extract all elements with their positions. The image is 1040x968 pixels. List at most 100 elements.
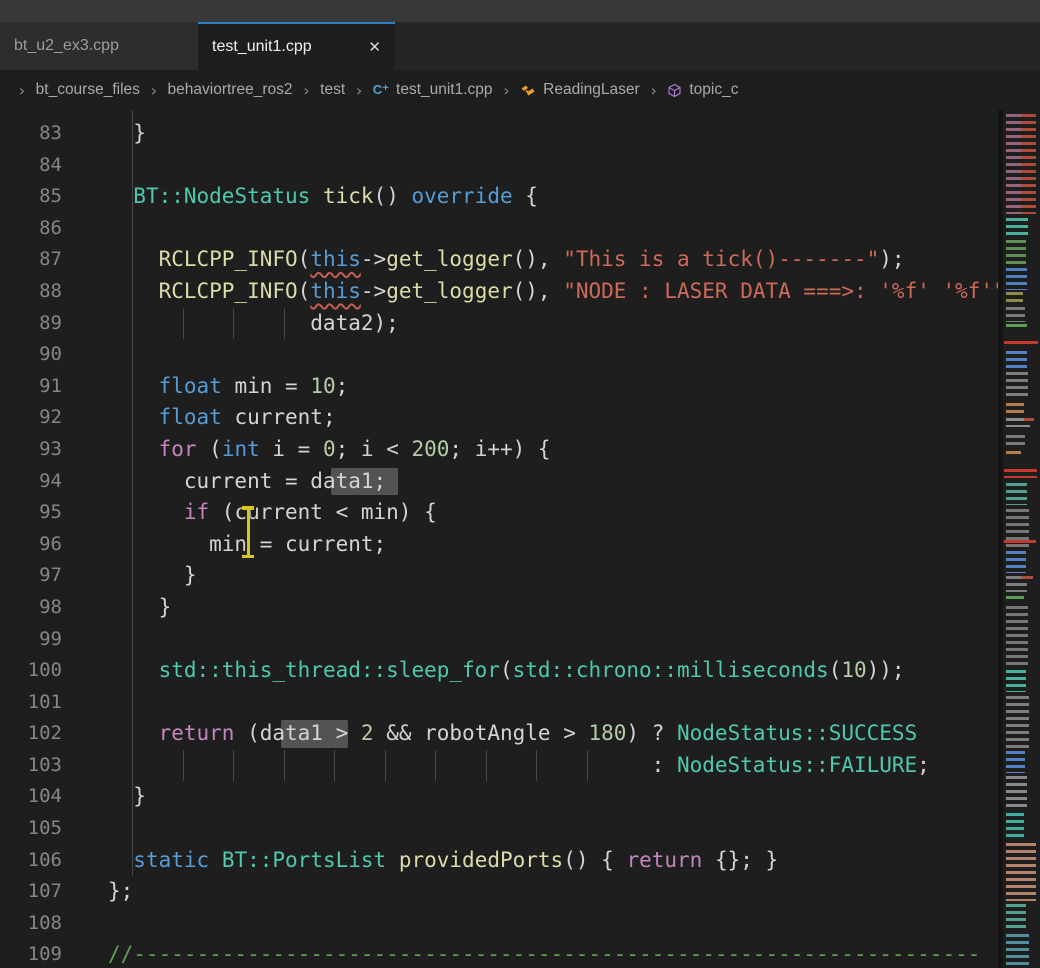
code-token: (), — [513, 279, 564, 303]
chevron-right-icon: › — [649, 81, 659, 100]
code-token: get_logger — [386, 279, 512, 303]
code-line-103[interactable]: : NodeStatus::FAILURE; — [108, 750, 998, 782]
code-line-86[interactable] — [108, 213, 998, 245]
breadcrumb-item-behaviortree_ros2[interactable]: behaviortree_ros2 — [168, 81, 293, 99]
code-token: ; — [374, 469, 387, 493]
code-token: i = — [260, 437, 323, 461]
code-line-88[interactable]: RCLCPP_INFO(this->get_logger(), "NODE : … — [108, 276, 998, 308]
code-line-104[interactable]: } — [108, 781, 998, 813]
line-number-gutter: 8384858687888990919293949596979899100101… — [0, 110, 85, 968]
code-line-109[interactable]: //--------------------------------------… — [108, 939, 998, 968]
code-line-101[interactable] — [108, 687, 998, 719]
code-line-108[interactable] — [108, 908, 998, 940]
code-line-107[interactable]: }; — [108, 876, 998, 908]
breadcrumb-item-ReadingLaser[interactable]: ReadingLaser — [543, 81, 640, 99]
code-token — [108, 405, 159, 429]
code-token: 180 — [588, 721, 626, 745]
code-line-97[interactable]: } — [108, 560, 998, 592]
tab-test_unit1.cpp[interactable]: test_unit1.cpp ✕ — [198, 22, 395, 70]
code-token — [108, 753, 652, 777]
line-number: 104 — [0, 781, 62, 813]
code-token: static — [133, 848, 209, 872]
code-line-105[interactable] — [108, 813, 998, 845]
breadcrumb-item-topic_c[interactable]: topic_c — [689, 81, 738, 99]
minimap[interactable] — [1003, 110, 1040, 968]
code-token: BT::NodeStatus — [133, 184, 310, 208]
code-token: current; — [222, 405, 336, 429]
code-token: 2 — [361, 721, 374, 745]
line-number: 101 — [0, 687, 62, 719]
code-line-98[interactable]: } — [108, 592, 998, 624]
code-token: std::this_thread::sleep_for — [159, 658, 500, 682]
code-token: min = — [222, 374, 311, 398]
code-line-92[interactable]: float current; — [108, 402, 998, 434]
minimap-code-block — [1004, 469, 1037, 478]
code-line-99[interactable] — [108, 624, 998, 656]
line-number: 99 — [0, 624, 62, 656]
line-number — [0, 110, 62, 118]
code-token: BT::PortsList — [222, 848, 386, 872]
code-token: ( — [500, 658, 513, 682]
code-line-83[interactable]: } — [108, 118, 998, 150]
code-line-93[interactable]: for (int i = 0; i < 200; i++) { — [108, 434, 998, 466]
line-number: 85 — [0, 181, 62, 213]
breadcrumb-item-bt_course_files[interactable]: bt_course_files — [36, 81, 140, 99]
line-number: 87 — [0, 244, 62, 276]
code-line-87[interactable]: RCLCPP_INFO(this->get_logger(), "This is… — [108, 244, 998, 276]
code-line-partial[interactable] — [108, 110, 998, 118]
code-token: () — [374, 184, 412, 208]
class-symbol-icon — [520, 83, 536, 98]
code-line-102[interactable]: return (data1 > 2 && robotAngle > 180) ?… — [108, 718, 998, 750]
code-token: > — [323, 721, 361, 745]
code-line-94[interactable]: current = data1; — [108, 466, 998, 498]
code-token: ( — [298, 279, 311, 303]
code-line-89[interactable]: data2); — [108, 308, 998, 340]
breadcrumb-item-test[interactable]: test — [320, 81, 345, 99]
code-token: } — [108, 784, 146, 808]
code-token: this — [310, 247, 361, 271]
titlebar — [0, 0, 1040, 22]
line-number: 109 — [0, 939, 62, 968]
tab-close-icon[interactable]: ✕ — [368, 38, 381, 56]
indent-guide — [132, 813, 133, 845]
code-line-91[interactable]: float min = 10; — [108, 371, 998, 403]
minimap-code-block — [1006, 606, 1028, 666]
code-token: -> — [361, 279, 386, 303]
line-number: 96 — [0, 529, 62, 561]
code-token: } — [108, 563, 197, 587]
code-token: providedPorts — [399, 848, 563, 872]
vscode-window: bt_u2_ex3.cpp test_unit1.cpp ✕ › bt_course_… — [0, 0, 1040, 968]
code-token: : — [652, 753, 677, 777]
code-token: return — [626, 848, 702, 872]
code-line-84[interactable] — [108, 150, 998, 182]
line-number: 88 — [0, 276, 62, 308]
line-number: 100 — [0, 655, 62, 687]
code-line-100[interactable]: std::this_thread::sleep_for(std::chrono:… — [108, 655, 998, 687]
line-number: 102 — [0, 718, 62, 750]
minimap-code-block — [1006, 934, 1029, 968]
minimap-code-block — [1006, 324, 1027, 328]
tab-label: test_unit1.cpp — [212, 38, 312, 56]
code-line-106[interactable]: static BT::PortsList providedPorts() { r… — [108, 845, 998, 877]
minimap-code-block — [1024, 418, 1034, 424]
tab-label: bt_u2_ex3.cpp — [14, 37, 119, 55]
minimap-code-block — [1006, 596, 1025, 601]
line-number: 98 — [0, 592, 62, 624]
code-token — [108, 500, 184, 524]
chevron-right-icon: › — [502, 81, 512, 100]
tab-bt_u2_ex3.cpp[interactable]: bt_u2_ex3.cpp — [0, 22, 198, 70]
code-line-85[interactable]: BT::NodeStatus tick() override { — [108, 181, 998, 213]
code-token: () { — [563, 848, 626, 872]
code-token: this — [310, 279, 361, 303]
chevron-right-icon: › — [354, 81, 364, 100]
chevron-right-icon: › — [149, 81, 159, 100]
cpp-file-icon: C⁺ — [373, 82, 389, 98]
code-editor[interactable]: 8384858687888990919293949596979899100101… — [0, 110, 998, 968]
code-token — [108, 247, 159, 271]
code-token — [108, 721, 159, 745]
code-token: ; — [917, 753, 930, 777]
code-line-90[interactable] — [108, 339, 998, 371]
line-number: 106 — [0, 845, 62, 877]
breadcrumb-item-test_unit1.cpp[interactable]: test_unit1.cpp — [396, 81, 493, 99]
minimap-code-block — [1006, 218, 1028, 238]
